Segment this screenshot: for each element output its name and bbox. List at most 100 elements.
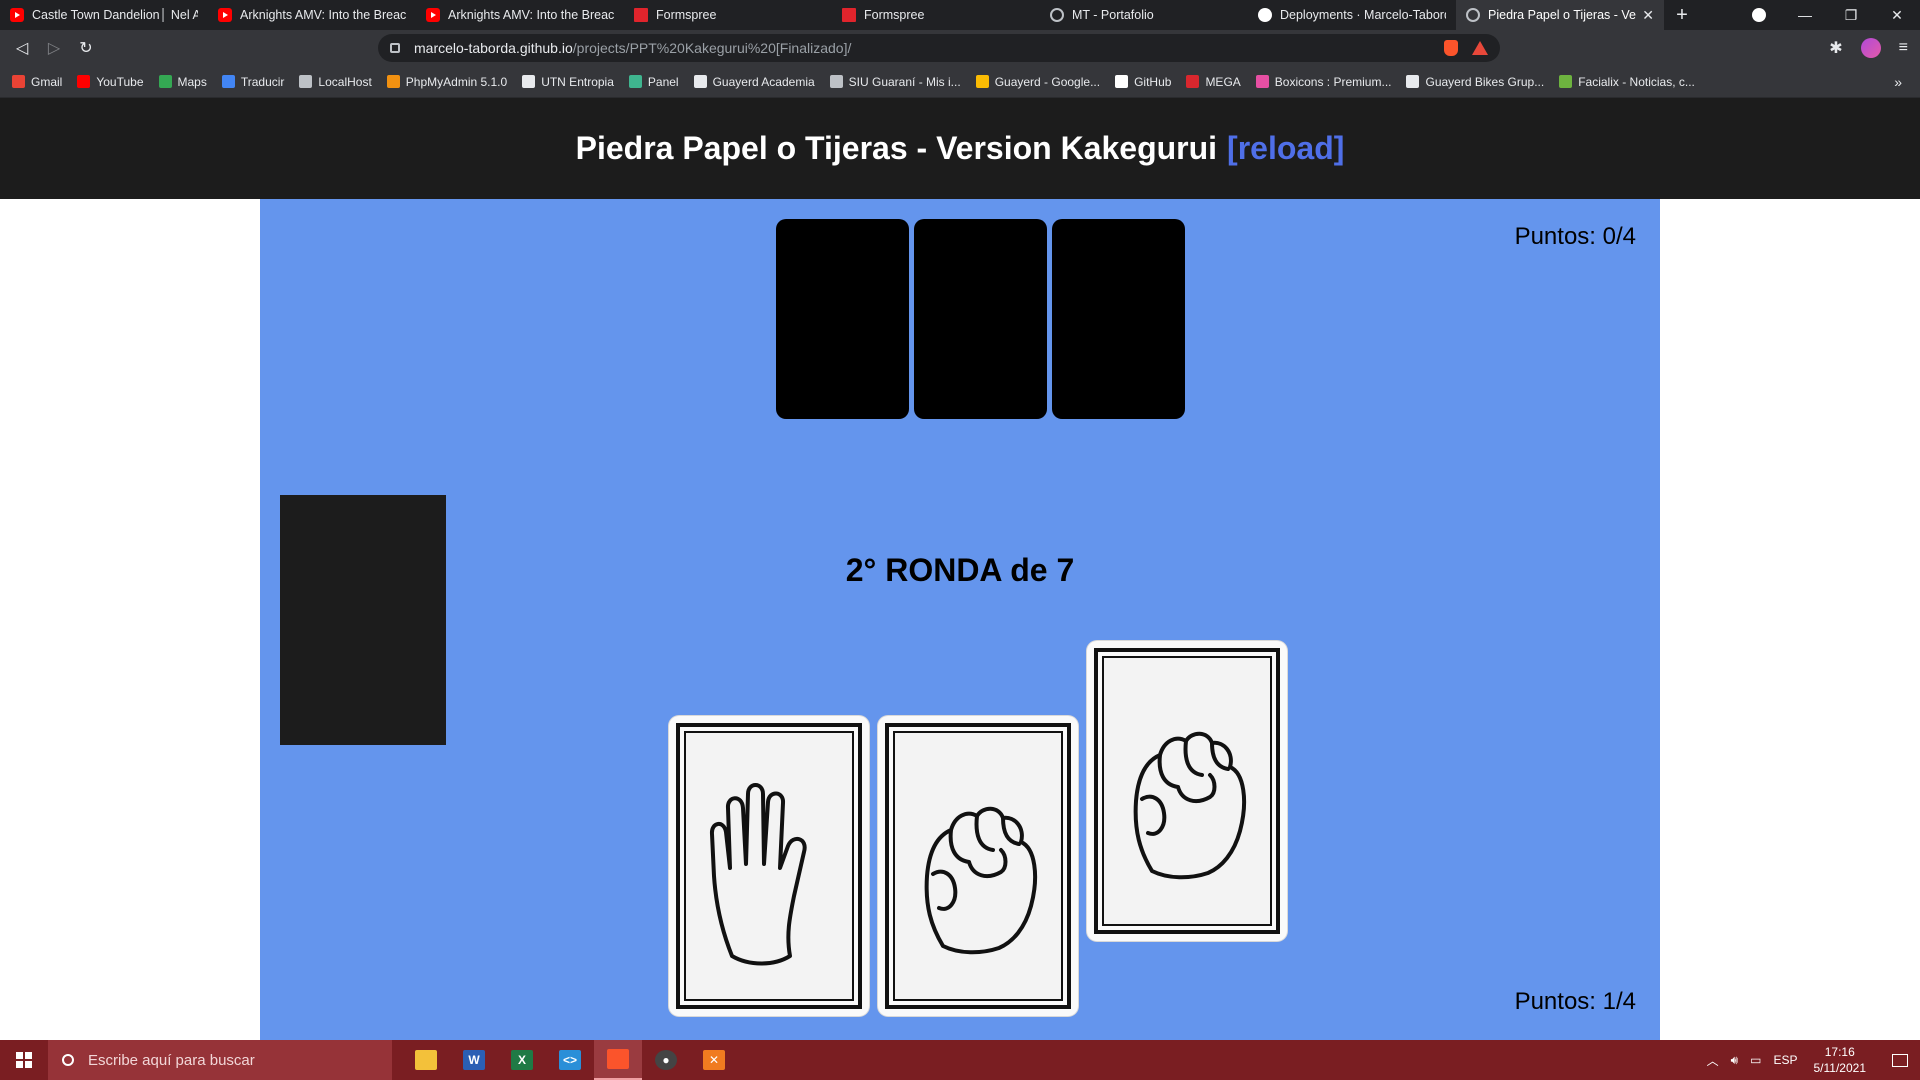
- bookmark-label: MEGA: [1205, 74, 1241, 89]
- extensions-icon[interactable]: ✱: [1829, 38, 1842, 58]
- vscode-app[interactable]: <>: [546, 1040, 594, 1080]
- player-card-paper[interactable]: [669, 716, 869, 1016]
- tab-title: Arknights AMV: Into the Breach: [240, 8, 406, 22]
- bookmark-favicon-icon: [1255, 75, 1269, 88]
- menu-icon[interactable]: ≡: [1899, 39, 1908, 57]
- tab-title: MT - Portafolio: [1072, 8, 1154, 22]
- profile-avatar[interactable]: [1860, 38, 1881, 58]
- page-title: Piedra Papel o Tijeras - Version Kakegur…: [575, 130, 1218, 166]
- obs-app[interactable]: ●: [642, 1040, 690, 1080]
- excel-app[interactable]: X: [498, 1040, 546, 1080]
- card-deck[interactable]: [280, 495, 446, 745]
- chevron-up-icon[interactable]: ︿: [1707, 1052, 1719, 1069]
- bookmark-item[interactable]: UTN Entropia: [522, 75, 614, 89]
- globe-icon: [1050, 8, 1064, 22]
- tab-2[interactable]: Arknights AMV: Into the Breach: [416, 0, 624, 30]
- bookmarks-bar: Gmail YouTube Maps Traducir LocalHost PhpMyAd…: [0, 66, 1920, 98]
- tab-6[interactable]: Deployments · Marcelo-Taborda: [1248, 0, 1456, 30]
- bookmarks-more-icon[interactable]: »: [1894, 74, 1902, 90]
- bookmark-label: Guayerd Academia: [712, 74, 815, 89]
- bookmark-favicon-icon: [386, 75, 400, 88]
- word-app[interactable]: W: [450, 1040, 498, 1080]
- taskbar-search[interactable]: Escribe aquí para buscar: [48, 1040, 392, 1080]
- bookmark-favicon-icon: [12, 75, 25, 88]
- brave-shields-icon[interactable]: [1444, 40, 1458, 56]
- brave-rewards-icon[interactable]: [1472, 41, 1488, 55]
- xampp-app[interactable]: ✕: [690, 1040, 738, 1080]
- brave-icon: [607, 1049, 629, 1069]
- tab-7-active[interactable]: Piedra Papel o Tijeras - Version Kakegur…: [1456, 0, 1664, 30]
- bookmark-label: PhpMyAdmin 5.1.0: [405, 74, 508, 89]
- bookmark-item[interactable]: Boxicons : Premium...: [1255, 75, 1391, 89]
- bookmark-item[interactable]: Guayerd - Google...: [975, 75, 1100, 89]
- bookmark-item[interactable]: Guayerd Bikes Grup...: [1406, 75, 1544, 89]
- back-button[interactable]: ◁: [6, 38, 38, 58]
- start-button[interactable]: [0, 1040, 48, 1080]
- fist-icon: [924, 806, 1038, 955]
- bookmark-item[interactable]: Guayerd Academia: [693, 74, 815, 89]
- new-tab-button[interactable]: +: [1664, 4, 1700, 27]
- bookmark-label: YouTube: [96, 74, 144, 89]
- tab-0[interactable]: Castle Town Dandelion│ Nel A M: [0, 0, 208, 30]
- bookmark-item[interactable]: GitHub: [1115, 75, 1171, 89]
- bookmark-item[interactable]: PhpMyAdmin 5.1.0: [386, 74, 508, 89]
- globe-icon: [1466, 8, 1480, 22]
- notification-icon: [1892, 1053, 1908, 1067]
- opponent-card: [1052, 219, 1185, 419]
- window-controls: — ❐ ✕: [1736, 0, 1920, 30]
- bookmark-item[interactable]: YouTube: [77, 74, 144, 89]
- bookmark-label: Panel: [647, 74, 679, 89]
- bookmark-label: LocalHost: [318, 74, 372, 89]
- tab-title: Arknights AMV: Into the Breach: [448, 8, 614, 22]
- player-score: Puntos: 1/4: [1514, 988, 1636, 1015]
- player-card-rock[interactable]: [878, 716, 1078, 1016]
- close-tab-icon[interactable]: ✕: [1642, 7, 1654, 24]
- page-header: Piedra Papel o Tijeras - Version Kakegur…: [0, 98, 1920, 199]
- bookmark-item[interactable]: Maps: [158, 75, 207, 89]
- bookmark-label: Traducir: [240, 74, 285, 89]
- restore-button[interactable]: ❐: [1828, 7, 1874, 24]
- tab-1[interactable]: Arknights AMV: Into the Breach: [208, 0, 416, 30]
- tab-title: Deployments · Marcelo-Taborda: [1280, 8, 1446, 22]
- github-icon: [1258, 8, 1272, 22]
- minimize-button[interactable]: —: [1782, 7, 1828, 23]
- bookmark-item[interactable]: Panel: [628, 74, 679, 89]
- word-icon: W: [463, 1050, 485, 1070]
- bookmark-label: Guayerd Bikes Grup...: [1425, 74, 1545, 89]
- youtube-icon: [10, 8, 24, 22]
- file-explorer-app[interactable]: [402, 1040, 450, 1080]
- bookmark-favicon-icon: [975, 75, 989, 88]
- media-control-icon[interactable]: [1752, 8, 1766, 22]
- network-icon[interactable]: ▭: [1750, 1053, 1761, 1067]
- forward-button[interactable]: ▷: [38, 38, 70, 58]
- bookmark-item[interactable]: Gmail: [12, 75, 62, 89]
- bookmark-favicon-icon: [158, 75, 172, 88]
- language-indicator[interactable]: ESP: [1773, 1053, 1797, 1067]
- reload-link[interactable]: [reload]: [1227, 130, 1344, 167]
- bookmark-item[interactable]: LocalHost: [299, 74, 372, 89]
- bookmark-item[interactable]: MEGA: [1186, 74, 1241, 89]
- player-card-rock-selected[interactable]: [1087, 641, 1287, 941]
- excel-icon: X: [511, 1050, 533, 1070]
- tab-3[interactable]: Formspree: [624, 0, 832, 30]
- windows-logo-icon: [16, 1052, 32, 1068]
- bookmark-favicon-icon: [1115, 75, 1129, 88]
- tab-title: Castle Town Dandelion│ Nel A M: [32, 8, 198, 22]
- notification-center-button[interactable]: [1880, 1040, 1920, 1080]
- clock[interactable]: 17:16 5/11/2021: [1814, 1044, 1867, 1076]
- tab-5[interactable]: MT - Portafolio: [1040, 0, 1248, 30]
- windows-taskbar: Escribe aquí para buscar W X <> ● ✕ ︿ 🔊︎…: [0, 1040, 1920, 1080]
- reload-page-button[interactable]: ↻: [70, 38, 102, 58]
- bookmark-item[interactable]: Facialix - Noticias, c...: [1559, 75, 1695, 89]
- tab-title: Formspree: [656, 8, 717, 22]
- obs-icon: ●: [655, 1050, 677, 1070]
- tab-4[interactable]: Formspree: [832, 0, 1040, 30]
- bookmark-item[interactable]: SIU Guaraní - Mis i...: [829, 75, 961, 89]
- brave-browser-app[interactable]: [594, 1040, 642, 1080]
- bookmark-favicon-icon: [1406, 75, 1420, 88]
- close-window-button[interactable]: ✕: [1874, 7, 1920, 24]
- address-bar[interactable]: marcelo-taborda.github.io/projects/PPT%2…: [378, 34, 1500, 62]
- volume-icon[interactable]: 🔊︎: [1731, 1053, 1739, 1068]
- folder-icon: [415, 1050, 437, 1070]
- bookmark-item[interactable]: Traducir: [221, 74, 285, 89]
